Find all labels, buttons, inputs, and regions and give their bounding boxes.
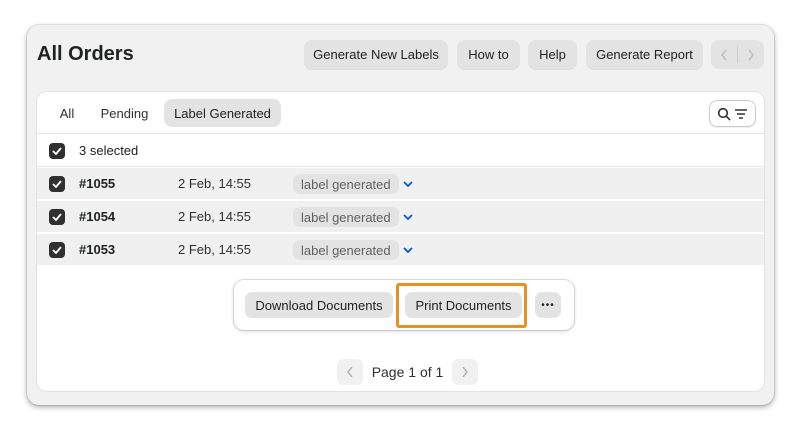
- chevron-left-icon: [347, 366, 353, 378]
- pagination-prev-button[interactable]: [337, 359, 363, 385]
- row-checkbox[interactable]: [49, 242, 65, 258]
- page-indicator: Page 1 of 1: [371, 364, 444, 380]
- status-badge: label generated: [293, 174, 399, 194]
- checkmark-icon: [52, 180, 62, 188]
- row-checkbox[interactable]: [49, 209, 65, 225]
- help-button[interactable]: Help: [528, 40, 577, 69]
- orders-card: All Pending Label Generated 3 selected #…: [37, 92, 764, 391]
- checkmark-icon: [52, 246, 62, 254]
- select-all-checkbox[interactable]: [49, 143, 65, 159]
- checkmark-icon: [52, 147, 62, 155]
- row-checkbox[interactable]: [49, 176, 65, 192]
- filter-icon: [735, 108, 747, 119]
- order-id[interactable]: #1055: [79, 176, 115, 191]
- orders-window: All Orders Generate New Labels How to He…: [27, 25, 774, 405]
- order-id[interactable]: #1053: [79, 242, 115, 257]
- download-documents-button[interactable]: Download Documents: [245, 292, 393, 318]
- chevron-right-icon: [748, 49, 755, 60]
- table-row[interactable]: #1055 2 Feb, 14:55 label generated: [37, 168, 764, 200]
- status-tabs: All Pending Label Generated: [37, 92, 764, 134]
- print-documents-button[interactable]: Print Documents: [405, 292, 522, 318]
- next-page-button[interactable]: [738, 40, 764, 69]
- order-date: 2 Feb, 14:55: [178, 242, 251, 257]
- how-to-button[interactable]: How to: [457, 40, 520, 69]
- generate-report-button[interactable]: Generate Report: [586, 40, 703, 69]
- table-row[interactable]: #1054 2 Feb, 14:55 label generated: [37, 201, 764, 233]
- header-pagination: [711, 40, 764, 69]
- generate-new-labels-button[interactable]: Generate New Labels: [304, 40, 448, 69]
- table-row[interactable]: #1053 2 Feb, 14:55 label generated: [37, 234, 764, 266]
- selected-count: 3 selected: [79, 143, 139, 158]
- chevron-down-icon[interactable]: [401, 177, 415, 191]
- search-filter-button[interactable]: [709, 100, 756, 127]
- tab-label-generated[interactable]: Label Generated: [164, 99, 281, 127]
- order-date: 2 Feb, 14:55: [178, 176, 251, 191]
- tab-all[interactable]: All: [51, 99, 83, 127]
- status-badge: label generated: [293, 207, 399, 227]
- tab-pending[interactable]: Pending: [93, 99, 156, 127]
- chevron-down-icon[interactable]: [401, 210, 415, 224]
- order-date: 2 Feb, 14:55: [178, 209, 251, 224]
- bulk-actions-bar: Download Documents Print Documents •••: [234, 280, 574, 330]
- order-id[interactable]: #1054: [79, 209, 115, 224]
- checkmark-icon: [52, 213, 62, 221]
- more-actions-button[interactable]: •••: [535, 292, 561, 318]
- page-title: All Orders: [37, 43, 134, 65]
- pagination: Page 1 of 1: [337, 359, 478, 385]
- search-icon: [717, 107, 731, 120]
- chevron-down-icon[interactable]: [401, 243, 415, 257]
- chevron-left-icon: [720, 49, 727, 60]
- status-badge: label generated: [293, 240, 399, 260]
- selection-header-row: 3 selected: [37, 135, 764, 167]
- chevron-right-icon: [462, 366, 468, 378]
- pagination-next-button[interactable]: [452, 359, 478, 385]
- previous-page-button[interactable]: [711, 40, 737, 69]
